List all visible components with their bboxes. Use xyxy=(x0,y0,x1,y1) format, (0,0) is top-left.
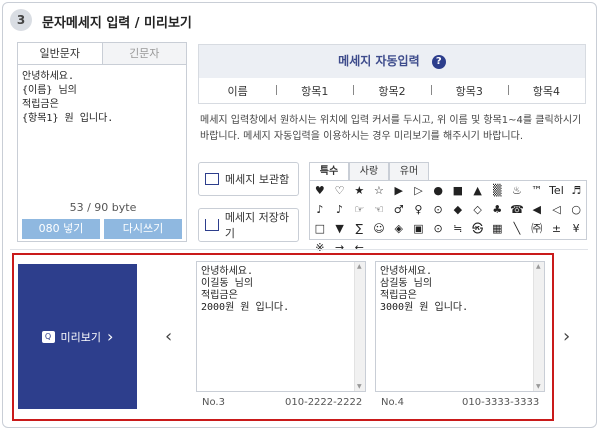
special-char[interactable]: ♡ xyxy=(330,181,350,200)
auto-item-2[interactable]: 항목2 xyxy=(353,83,430,99)
special-char[interactable]: ☜ xyxy=(369,200,389,219)
special-char[interactable]: ☞ xyxy=(349,200,369,219)
special-char[interactable]: Tel xyxy=(547,181,567,200)
preview-card-1-number: No.3 xyxy=(202,397,225,408)
preview-card-2: 안녕하세요. 삼길동 님의 적립금은 3000원 원 입니다. xyxy=(375,261,545,392)
auto-item-name[interactable]: 이름 xyxy=(199,83,276,99)
save-message-button[interactable]: 메세지 저장하기 xyxy=(198,208,299,242)
special-char[interactable]: ▼ xyxy=(330,219,350,238)
preview-card-1: 안녕하세요. 이길동 님의 적립금은 2000원 원 입니다. xyxy=(196,261,366,392)
special-char[interactable]: ♬ xyxy=(566,181,586,200)
preview-button-label: 미리보기 xyxy=(60,330,102,344)
message-type-tabs: 일반문자 긴문자 xyxy=(18,43,186,65)
byte-counter: 53 / 90 byte xyxy=(69,201,137,214)
tab-love[interactable]: 사랑 xyxy=(349,162,389,180)
auto-item-1[interactable]: 항목1 xyxy=(276,83,353,99)
search-icon: Q xyxy=(41,330,55,343)
preview-card-2-text: 안녕하세요. 삼길동 님의 적립금은 3000원 원 입니다. xyxy=(380,266,469,313)
section-title: 문자메세지 입력 / 미리보기 xyxy=(42,16,192,31)
special-char[interactable]: ㉿ xyxy=(468,219,488,238)
special-char[interactable]: ⊙ xyxy=(428,219,448,238)
special-char[interactable]: ♥ xyxy=(310,181,330,200)
special-char[interactable]: ♣ xyxy=(487,200,507,219)
special-char[interactable]: ▣ xyxy=(409,219,429,238)
special-char[interactable]: ▲ xyxy=(468,181,488,200)
preview-card-2-number: No.4 xyxy=(381,397,404,408)
auto-insert-panel: 메세지 자동입력 ? 이름 항목1 항목2 항목3 항목4 xyxy=(198,44,586,104)
prev-arrow-icon[interactable]: ‹ xyxy=(165,326,172,347)
next-arrow-icon[interactable]: › xyxy=(563,326,570,347)
rewrite-button[interactable]: 다시쓰기 xyxy=(104,219,182,239)
special-char[interactable]: ∑ xyxy=(349,219,369,238)
special-char-panel: 특수 사랑 유머 ♥ ♡ ★ ☆ ▶ ▷ ● ■ ▲ ▒ ♨ ™ Tel ♬ ♪ ♪ ☞ ☜ ♂ ♀ ⊙ ◆ ◇ ♣ ☎ ◀ ◁ ○ □… xyxy=(309,162,587,254)
special-char[interactable]: ◆ xyxy=(448,200,468,219)
help-icon[interactable]: ? xyxy=(431,54,446,69)
special-char[interactable]: ▷ xyxy=(409,181,429,200)
special-char[interactable]: ♪ xyxy=(310,200,330,219)
folder-icon xyxy=(205,173,219,185)
special-char[interactable]: □ xyxy=(310,219,330,238)
special-char[interactable]: ™ xyxy=(527,181,547,200)
auto-insert-header: 메세지 자동입력 ? xyxy=(199,45,585,78)
preview-card-1-text: 안녕하세요. 이길동 님의 적립금은 2000원 원 입니다. xyxy=(201,266,290,313)
tab-special[interactable]: 특수 xyxy=(309,162,349,180)
special-char[interactable]: ¥ xyxy=(566,219,586,238)
special-char[interactable]: ⊙ xyxy=(428,200,448,219)
auto-item-3[interactable]: 항목3 xyxy=(430,83,508,99)
message-textarea[interactable]: 안녕하세요. {이름} 님의 적립금은 {항목1} 원 입니다. xyxy=(22,70,182,198)
preview-button[interactable]: Q 미리보기 › xyxy=(18,264,137,409)
message-editor: 일반문자 긴문자 안녕하세요. {이름} 님의 적립금은 {항목1} 원 입니다… xyxy=(17,42,187,242)
auto-insert-items: 이름 항목1 항목2 항목3 항목4 xyxy=(199,78,585,104)
section-divider xyxy=(10,249,588,250)
special-char[interactable]: ☎ xyxy=(507,200,527,219)
special-char[interactable]: ○ xyxy=(566,200,586,219)
special-char[interactable]: ☺ xyxy=(369,219,389,238)
step-number-badge: 3 xyxy=(10,9,32,31)
special-char-grid: ♥ ♡ ★ ☆ ▶ ▷ ● ■ ▲ ▒ ♨ ™ Tel ♬ ♪ ♪ ☞ ☜ ♂ ♀ ⊙ ◆ ◇ ♣ ☎ ◀ ◁ ○ □ ▼ ∑ ☺ ◈ ▣ ⊙ ≒ ㉿ ▦… xyxy=(309,180,587,254)
special-char[interactable]: ● xyxy=(428,181,448,200)
special-char[interactable]: ♂ xyxy=(389,200,409,219)
special-char[interactable]: ■ xyxy=(448,181,468,200)
special-char[interactable]: ◁ xyxy=(547,200,567,219)
chevron-right-icon: › xyxy=(107,327,114,346)
special-char[interactable]: ★ xyxy=(349,181,369,200)
auto-insert-title: 메세지 자동입력 xyxy=(338,54,420,68)
auto-item-4[interactable]: 항목4 xyxy=(507,83,585,99)
download-icon xyxy=(205,219,219,231)
preview-card-1-phone: 010-2222-2222 xyxy=(285,397,363,408)
special-char[interactable]: ◈ xyxy=(389,219,409,238)
special-char[interactable]: ☆ xyxy=(369,181,389,200)
special-char[interactable]: ㈜ xyxy=(527,219,547,238)
special-char[interactable]: ♨ xyxy=(507,181,527,200)
special-char[interactable]: ▶ xyxy=(389,181,409,200)
tab-long-message[interactable]: 긴문자 xyxy=(102,43,186,64)
special-char[interactable]: ▦ xyxy=(487,219,507,238)
preview-card-2-scrollbar[interactable] xyxy=(533,262,544,391)
tab-normal-message[interactable]: 일반문자 xyxy=(18,43,103,64)
message-storage-button[interactable]: 메세지 보관함 xyxy=(198,162,299,196)
special-char[interactable]: ◀ xyxy=(527,200,547,219)
save-message-label: 메세지 저장하기 xyxy=(224,211,290,240)
message-storage-label: 메세지 보관함 xyxy=(225,173,290,186)
special-char[interactable]: ♪ xyxy=(330,200,350,219)
special-char[interactable]: ≒ xyxy=(448,219,468,238)
insert-080-button[interactable]: 080 넣기 xyxy=(22,219,100,239)
auto-insert-description: 메세지 입력창에서 원하시는 위치에 입력 커서를 두시고, 위 이름 및 항목… xyxy=(200,115,582,142)
tab-humor[interactable]: 유머 xyxy=(389,162,429,180)
special-char[interactable]: ♀ xyxy=(409,200,429,219)
special-char[interactable]: ▒ xyxy=(487,181,507,200)
preview-card-1-scrollbar[interactable] xyxy=(354,262,365,391)
special-char[interactable]: ╲ xyxy=(507,219,527,238)
preview-card-2-phone: 010-3333-3333 xyxy=(462,397,540,408)
special-char[interactable]: ◇ xyxy=(468,200,488,219)
special-char[interactable]: ± xyxy=(547,219,567,238)
